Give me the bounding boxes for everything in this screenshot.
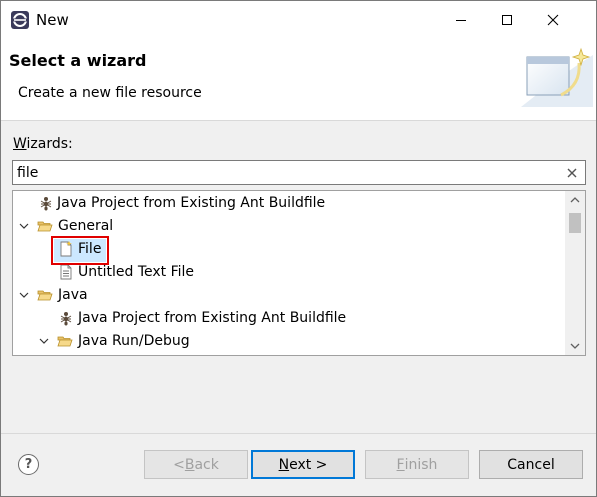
- tree-item-label: Untitled Text File: [78, 264, 195, 280]
- clear-icon: [567, 168, 577, 178]
- maximize-button[interactable]: [484, 1, 530, 39]
- button-bar-separator: [1, 433, 596, 434]
- folder-open-icon: [57, 336, 73, 347]
- tree-vertical-scrollbar[interactable]: [565, 191, 585, 355]
- tree-item-label: Java: [58, 287, 88, 303]
- folder-open-icon: [37, 221, 53, 232]
- eclipse-app-icon: [11, 11, 29, 29]
- window-title: New: [36, 11, 69, 29]
- tree-item-label: Java Run/Debug: [78, 333, 190, 349]
- annotation-highlight-box: [51, 236, 109, 265]
- clear-filter-button[interactable]: [563, 164, 581, 182]
- minimize-icon: [456, 20, 466, 21]
- folder-open-icon: [37, 290, 53, 301]
- chevron-up-icon: [570, 197, 580, 203]
- wizard-tree[interactable]: Java Project from Existing Ant Buildfile…: [12, 190, 586, 356]
- wizards-label: Wizards:: [13, 136, 73, 152]
- scroll-up-button[interactable]: [565, 191, 585, 209]
- tree-item-label: General: [58, 218, 114, 234]
- close-button[interactable]: [530, 1, 576, 39]
- chevron-down-icon[interactable]: [38, 335, 50, 347]
- help-button[interactable]: ?: [18, 454, 39, 475]
- minimize-button[interactable]: [438, 1, 484, 39]
- page-description: Create a new file resource: [18, 85, 202, 101]
- tree-item-label: Java Project from Existing Ant Buildfile: [78, 310, 347, 326]
- text-file-icon: [60, 264, 72, 280]
- wizard-banner-icon: [521, 47, 593, 107]
- scroll-thumb[interactable]: [569, 213, 581, 233]
- close-icon: [547, 14, 559, 26]
- next-button[interactable]: Next >: [251, 450, 355, 479]
- chevron-down-icon[interactable]: [18, 289, 30, 301]
- tree-item[interactable]: Java Project from Existing Ant Buildfile: [13, 192, 565, 215]
- ant-icon: [60, 312, 72, 326]
- back-button[interactable]: < Back: [144, 450, 248, 479]
- scroll-down-button[interactable]: [565, 337, 585, 355]
- page-title: Select a wizard: [9, 51, 147, 70]
- maximize-icon: [502, 15, 512, 25]
- wizard-filter-input[interactable]: file: [12, 160, 586, 185]
- title-bar[interactable]: New: [1, 1, 596, 39]
- finish-button[interactable]: Finish: [365, 450, 469, 479]
- filter-text[interactable]: file: [17, 164, 38, 182]
- tree-item-java[interactable]: Java: [13, 284, 565, 307]
- tree-item-general[interactable]: General: [13, 215, 565, 238]
- tree-item-java-run-debug[interactable]: Java Run/Debug: [13, 330, 565, 353]
- tree-item[interactable]: Java Project from Existing Ant Buildfile: [13, 307, 565, 330]
- cancel-button[interactable]: Cancel: [479, 450, 583, 479]
- new-wizard-dialog: New Select a wizard Create a new file re…: [0, 0, 597, 497]
- tree-item-label: Java Project from Existing Ant Buildfile: [57, 195, 326, 211]
- help-icon: ?: [24, 457, 33, 472]
- chevron-down-icon: [570, 343, 580, 349]
- ant-icon: [40, 197, 52, 211]
- chevron-down-icon[interactable]: [18, 220, 30, 232]
- wizard-banner: Select a wizard Create a new file resour…: [1, 39, 596, 121]
